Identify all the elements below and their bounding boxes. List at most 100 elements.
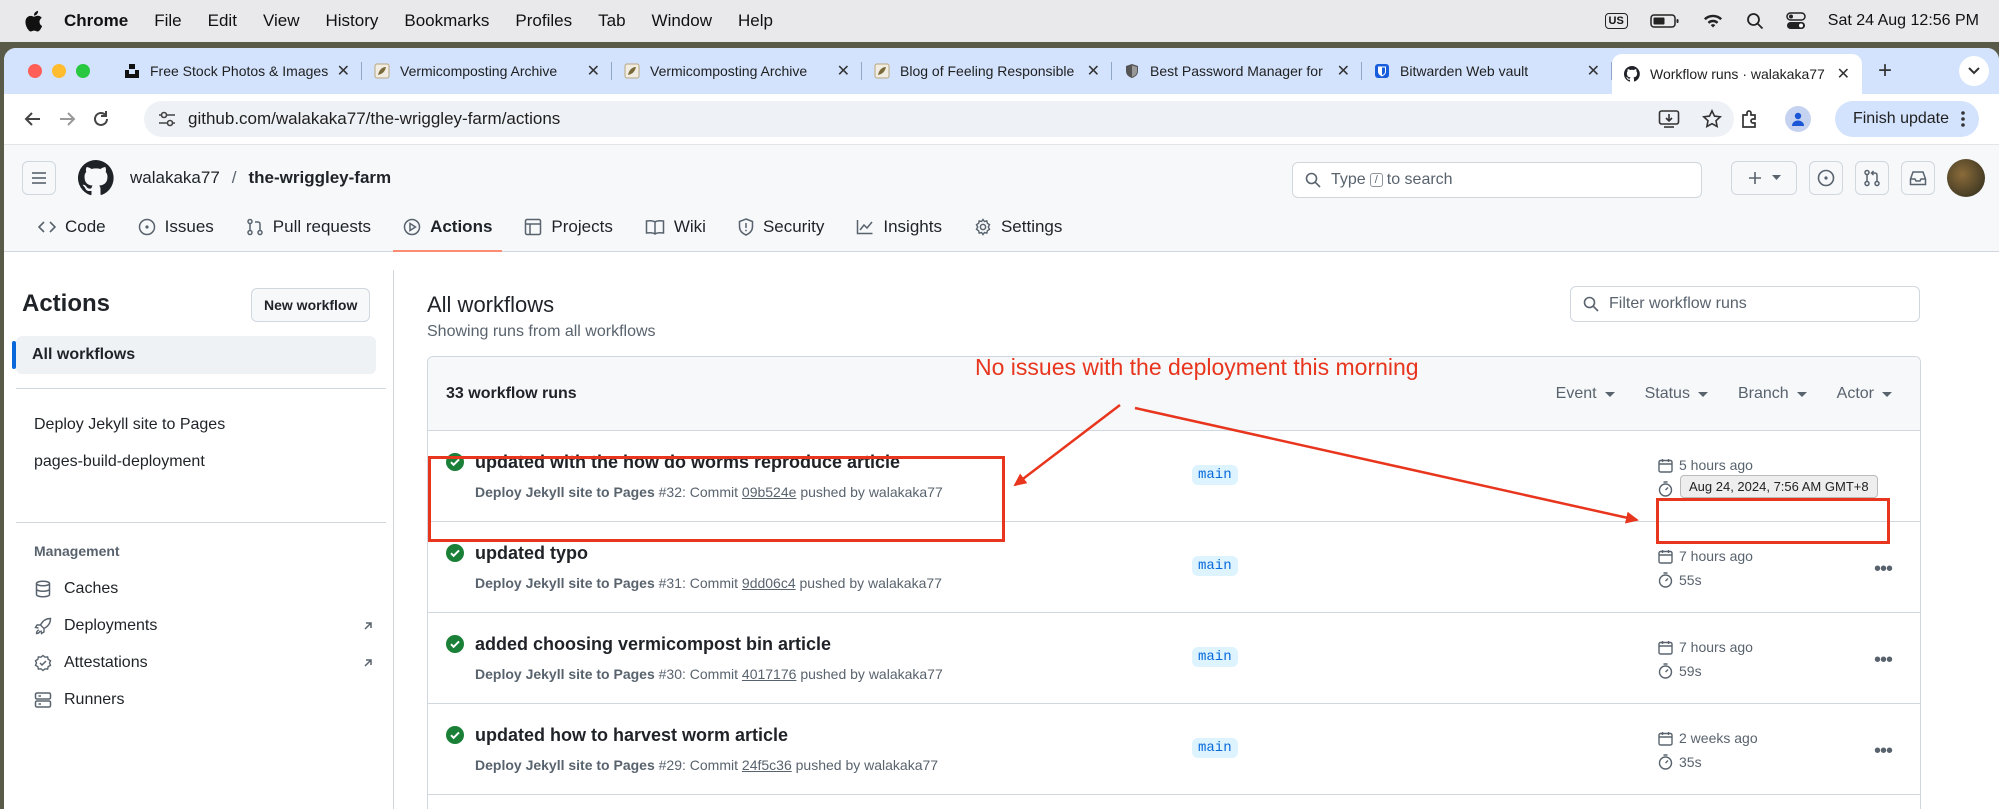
close-tab-icon[interactable]: ✕ [1587, 61, 1600, 81]
run-time-text[interactable]: 7 hours ago [1679, 548, 1753, 564]
user-avatar[interactable] [1947, 159, 1985, 197]
menu-app-name[interactable]: Chrome [64, 11, 128, 31]
menu-file[interactable]: File [154, 11, 181, 31]
run-title-link[interactable]: updated how to harvest worm article [475, 725, 788, 746]
extensions-puzzle-icon[interactable] [1739, 108, 1761, 130]
sidebar-item-caches[interactable]: Caches [34, 580, 374, 598]
browser-tab[interactable]: Vermicomposting Archive ✕ [612, 53, 862, 89]
close-tab-icon[interactable]: ✕ [1087, 61, 1100, 81]
wifi-icon[interactable] [1702, 13, 1724, 29]
sidebar-item-attestations[interactable]: Attestations [34, 654, 374, 672]
sidebar-item-all-workflows[interactable]: All workflows [12, 336, 376, 374]
bookmark-star-icon[interactable] [1702, 109, 1722, 129]
close-tab-icon[interactable]: ✕ [1837, 64, 1850, 84]
event-filter-dropdown[interactable]: Event [1556, 385, 1615, 403]
menu-window[interactable]: Window [652, 11, 712, 31]
close-tab-icon[interactable]: ✕ [837, 61, 850, 81]
branch-label[interactable]: main [1192, 647, 1238, 667]
commit-sha-link[interactable]: 9dd06c4 [742, 575, 796, 591]
run-options-kebab-icon[interactable]: ••• [1874, 740, 1893, 763]
address-bar-url[interactable]: github.com/walakaka77/the-wriggley-farm/… [188, 109, 560, 129]
sidebar-item-runners[interactable]: Runners [34, 691, 374, 709]
workflow-run-row[interactable]: updated how to harvest worm article Depl… [428, 704, 1920, 795]
commit-sha-link[interactable]: 4017176 [742, 666, 797, 682]
browser-tab[interactable]: Blog of Feeling Responsible ✕ [862, 53, 1112, 89]
tab-wiki[interactable]: Wiki [635, 203, 716, 251]
run-options-kebab-icon[interactable]: ••• [1874, 558, 1893, 581]
close-tab-icon[interactable]: ✕ [337, 61, 350, 81]
menu-history[interactable]: History [325, 11, 378, 31]
profile-avatar-icon[interactable] [1784, 106, 1811, 132]
breadcrumb-owner[interactable]: walakaka77 [130, 168, 220, 188]
run-actor[interactable]: walakaka77 [864, 757, 938, 773]
apple-logo-icon[interactable] [22, 9, 44, 33]
input-source-indicator[interactable]: US [1604, 13, 1628, 29]
tab-issues[interactable]: Issues [128, 203, 224, 251]
menu-help[interactable]: Help [738, 11, 773, 31]
commit-sha-link[interactable]: 24f5c36 [742, 757, 792, 773]
forward-arrow-icon[interactable] [50, 110, 84, 128]
battery-icon[interactable] [1650, 13, 1680, 29]
close-window-button[interactable] [28, 64, 42, 78]
branch-label[interactable]: main [1192, 556, 1238, 576]
sidebar-item-workflow[interactable]: pages-build-deployment [34, 453, 205, 471]
address-bar[interactable]: github.com/walakaka77/the-wriggley-farm/… [144, 101, 1734, 137]
browser-tab-active[interactable]: Workflow runs · walakaka77 ✕ [1612, 54, 1862, 94]
tab-code[interactable]: Code [28, 203, 116, 251]
run-time-text[interactable]: 5 hours ago [1679, 457, 1753, 473]
pull-requests-button[interactable] [1855, 161, 1889, 195]
github-logo-icon[interactable] [78, 159, 114, 196]
run-options-kebab-icon[interactable]: ••• [1874, 649, 1893, 672]
run-time-text[interactable]: 2 weeks ago [1679, 730, 1758, 746]
branch-label[interactable]: main [1192, 465, 1238, 485]
finish-update-button[interactable]: Finish update [1834, 101, 1979, 137]
menu-tab[interactable]: Tab [598, 11, 625, 31]
create-new-button[interactable] [1731, 161, 1797, 195]
browser-tab[interactable]: Bitwarden Web vault ✕ [1362, 53, 1612, 89]
menu-edit[interactable]: Edit [208, 11, 237, 31]
minimize-window-button[interactable] [52, 64, 66, 78]
actor-filter-dropdown[interactable]: Actor [1837, 385, 1892, 403]
new-tab-plus-icon[interactable]: + [1878, 57, 1892, 85]
run-time-text[interactable]: 7 hours ago [1679, 639, 1753, 655]
new-workflow-button[interactable]: New workflow [251, 288, 371, 322]
menu-view[interactable]: View [263, 11, 300, 31]
zoom-window-button[interactable] [76, 64, 90, 78]
branch-filter-dropdown[interactable]: Branch [1738, 385, 1807, 403]
browser-tab[interactable]: Best Password Manager for ✕ [1112, 53, 1362, 89]
filter-workflow-runs-input[interactable]: Filter workflow runs [1570, 286, 1920, 322]
run-actor[interactable]: walakaka77 [869, 666, 943, 682]
global-search-input[interactable]: Type / to search [1292, 162, 1702, 198]
menu-bar-clock[interactable]: Sat 24 Aug 12:56 PM [1828, 12, 1979, 30]
browser-tab[interactable]: Free Stock Photos & Images ✕ [112, 53, 362, 89]
breadcrumb-repo[interactable]: the-wriggley-farm [249, 168, 392, 188]
tab-settings[interactable]: Settings [964, 203, 1072, 251]
browser-tab[interactable]: Vermicomposting Archive ✕ [362, 53, 612, 89]
reload-icon[interactable] [84, 110, 118, 128]
tab-pull-requests[interactable]: Pull requests [236, 203, 381, 251]
run-actor[interactable]: walakaka77 [868, 575, 942, 591]
spotlight-search-icon[interactable] [1746, 12, 1764, 30]
sidebar-item-workflow[interactable]: Deploy Jekyll site to Pages [34, 416, 225, 434]
menu-profiles[interactable]: Profiles [515, 11, 572, 31]
tab-projects[interactable]: Projects [514, 203, 622, 251]
menu-bookmarks[interactable]: Bookmarks [404, 11, 489, 31]
close-tab-icon[interactable]: ✕ [1337, 61, 1350, 81]
run-title-link[interactable]: added choosing vermicompost bin article [475, 634, 831, 655]
open-global-nav-button[interactable] [22, 160, 56, 195]
inbox-button[interactable] [1901, 161, 1935, 195]
tab-actions[interactable]: Actions [393, 203, 503, 252]
branch-label[interactable]: main [1192, 738, 1238, 758]
status-filter-dropdown[interactable]: Status [1645, 385, 1708, 403]
back-arrow-icon[interactable] [16, 110, 50, 128]
tab-search-chevron-down-icon[interactable] [1959, 56, 1989, 86]
site-settings-tune-icon[interactable] [158, 111, 176, 127]
tab-insights[interactable]: Insights [846, 203, 952, 251]
tab-security[interactable]: Security [728, 203, 834, 251]
workflow-run-row[interactable]: added choosing vermicompost bin article … [428, 613, 1920, 704]
control-center-icon[interactable] [1786, 12, 1806, 30]
sidebar-item-deployments[interactable]: Deployments [34, 617, 374, 635]
close-tab-icon[interactable]: ✕ [587, 61, 600, 81]
issues-button[interactable] [1809, 161, 1843, 195]
run-title-link[interactable]: updated typo [475, 543, 588, 564]
